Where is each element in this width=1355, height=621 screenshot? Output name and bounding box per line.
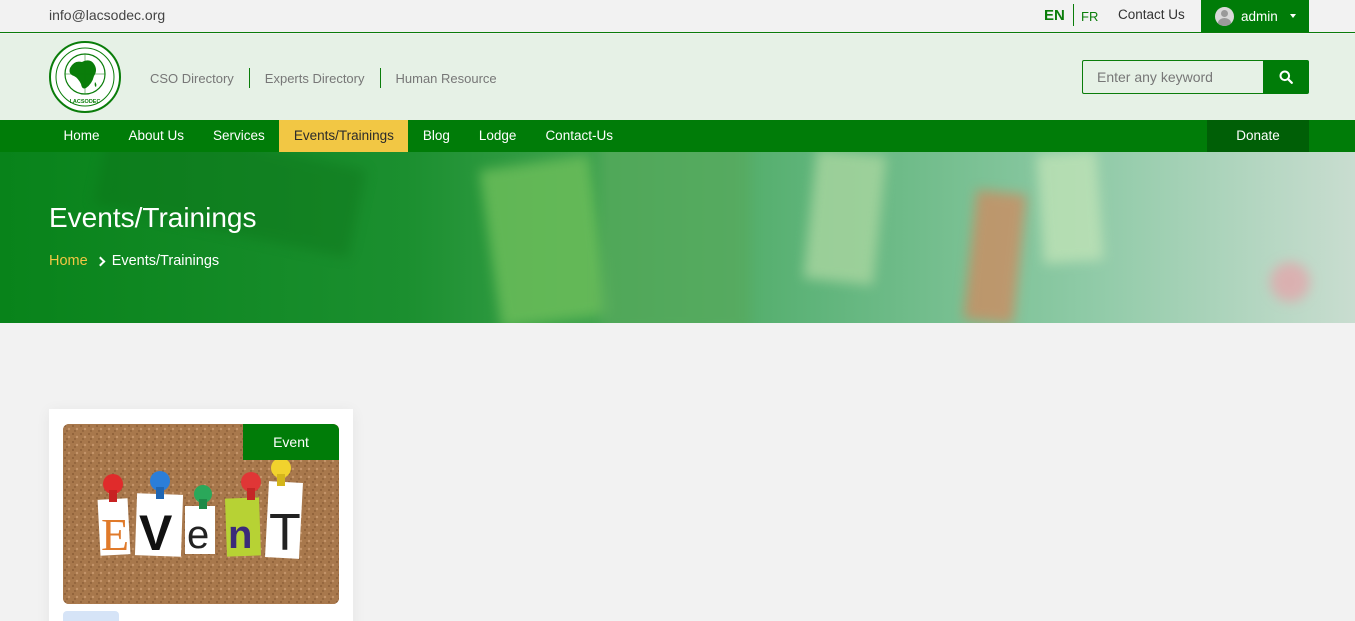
nav-divider	[379, 68, 381, 88]
page-banner: Events/Trainings Home Events/Trainings	[0, 152, 1355, 323]
event-tag-chip	[63, 611, 119, 621]
nav-events-trainings[interactable]: Events/Trainings	[279, 120, 409, 152]
caret-down-icon	[1289, 14, 1296, 18]
search-form	[1082, 60, 1309, 94]
banner-decoration	[479, 155, 611, 323]
nav-about-us[interactable]: About Us	[114, 120, 199, 152]
event-type-badge: Event	[243, 424, 339, 460]
nav-contact-us[interactable]: Contact-Us	[531, 120, 628, 152]
user-menu-button[interactable]: admin	[1201, 0, 1309, 32]
nav-divider	[248, 68, 250, 88]
site-header: LACSODEC CSO Directory Experts Directory…	[0, 34, 1355, 120]
human-resource-link[interactable]: Human Resource	[396, 71, 497, 86]
image-letter: T	[269, 504, 301, 562]
nav-lodge[interactable]: Lodge	[464, 120, 531, 152]
cso-directory-link[interactable]: CSO Directory	[150, 71, 234, 86]
banner-decoration	[600, 152, 750, 323]
nav-services[interactable]: Services	[199, 120, 280, 152]
event-card[interactable]: E V e n T Event	[49, 409, 353, 621]
image-letter: E	[101, 509, 129, 560]
nav-blog[interactable]: Blog	[408, 120, 464, 152]
contact-us-link[interactable]: Contact Us	[1118, 7, 1185, 22]
language-en[interactable]: EN	[1044, 7, 1065, 24]
image-letter: n	[228, 513, 252, 557]
page-title: Events/Trainings	[49, 202, 257, 233]
image-letter: e	[187, 513, 209, 557]
donate-button[interactable]: Donate	[1207, 120, 1309, 152]
image-letter: V	[139, 505, 173, 561]
banner-decoration	[1036, 152, 1104, 264]
main-nav: Home About Us Services Events/Trainings …	[0, 120, 1355, 152]
search-button[interactable]	[1263, 60, 1309, 94]
lacsodec-logo[interactable]: LACSODEC	[48, 40, 122, 114]
nav-home[interactable]: Home	[49, 120, 114, 152]
user-name: admin	[1241, 8, 1278, 24]
chevron-right-icon	[95, 256, 106, 266]
breadcrumb-home[interactable]: Home	[49, 253, 88, 269]
breadcrumb: Home Events/Trainings	[49, 253, 219, 269]
banner-decoration	[963, 189, 1027, 323]
search-icon	[1279, 70, 1293, 84]
language-fr[interactable]: FR	[1081, 9, 1098, 24]
breadcrumb-current: Events/Trainings	[111, 253, 220, 269]
language-divider	[1073, 4, 1074, 26]
avatar-icon	[1215, 6, 1234, 26]
directory-nav: CSO Directory Experts Directory Human Re…	[150, 68, 497, 88]
event-image[interactable]: E V e n T Event	[63, 424, 339, 604]
banner-decoration	[1270, 262, 1310, 302]
top-bar: info@lacsodec.org EN FR Contact Us admin	[0, 0, 1355, 33]
search-input[interactable]	[1082, 60, 1264, 94]
banner-decoration	[803, 152, 887, 286]
logo-text: LACSODEC	[70, 99, 101, 105]
main-nav-links: Home About Us Services Events/Trainings …	[49, 120, 627, 152]
contact-email[interactable]: info@lacsodec.org	[49, 7, 165, 23]
experts-directory-link[interactable]: Experts Directory	[265, 71, 365, 86]
